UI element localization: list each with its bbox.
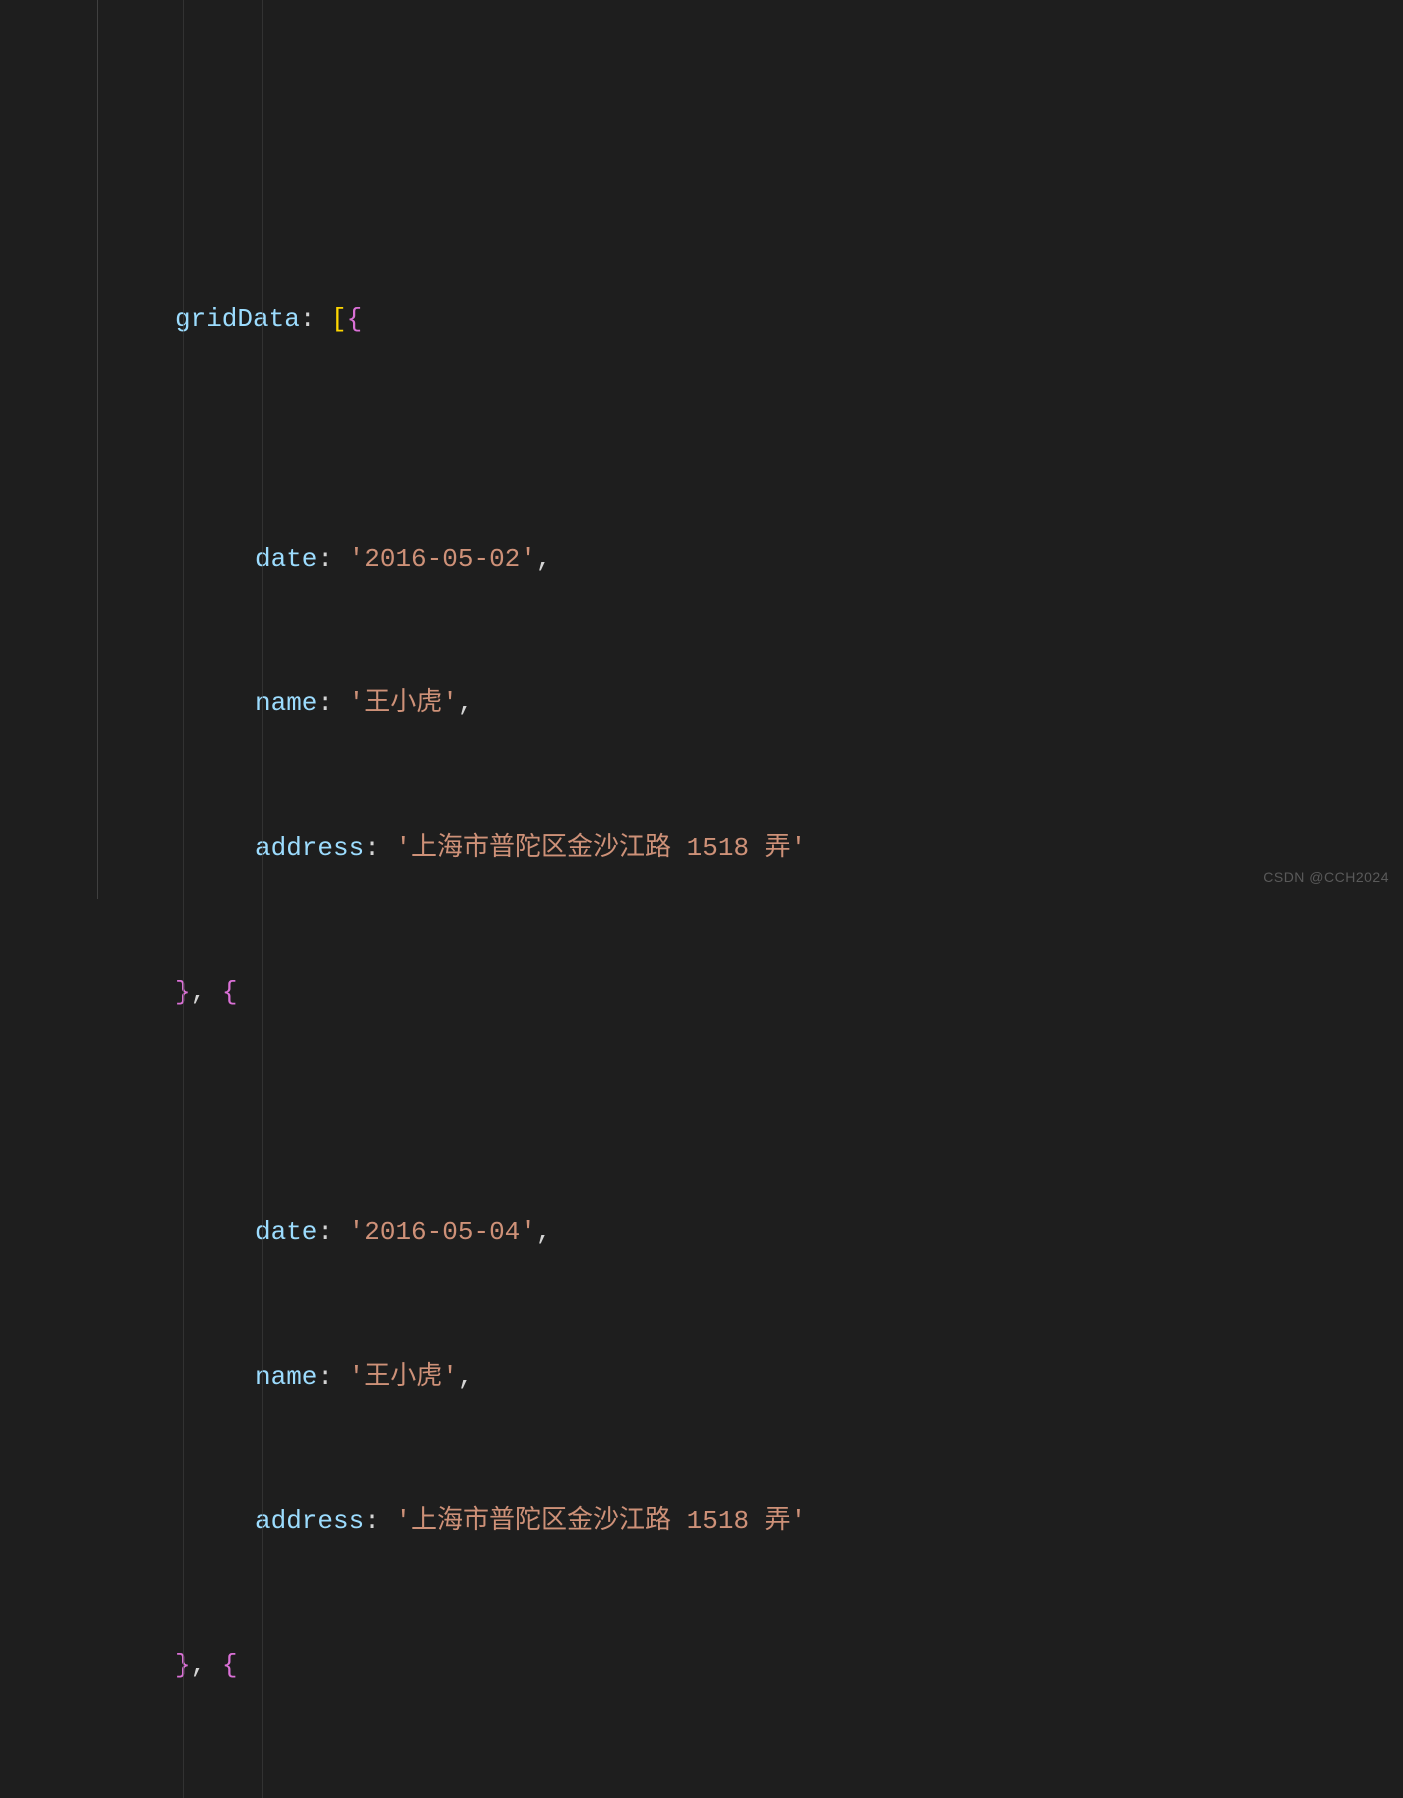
code-line[interactable]: address: '上海市普陀区金沙江路 1518 弄' [100, 1497, 1403, 1545]
indent-guide [183, 0, 184, 1798]
bracket-open-array: [ [331, 304, 347, 334]
brace-open: { [347, 304, 363, 334]
code-line[interactable]: name: '王小虎', [100, 679, 1403, 727]
brace-open: { [222, 1650, 238, 1680]
code-line[interactable]: gridData: [{ [100, 295, 1403, 343]
property-key: gridData [175, 304, 300, 334]
code-line[interactable]: date: '2016-05-04', [100, 1208, 1403, 1256]
code-editor[interactable]: gridData: [{ date: '2016-05-02', name: '… [0, 0, 1403, 1798]
code-line[interactable]: address: '上海市普陀区金沙江路 1518 弄' [100, 824, 1403, 872]
watermark-text: CSDN @CCH2024 [1263, 865, 1389, 891]
indent-guide [262, 0, 263, 1798]
code-line[interactable]: date: '2016-05-02', [100, 535, 1403, 583]
code-line[interactable]: name: '王小虎', [100, 1353, 1403, 1401]
code-line[interactable]: }, { [100, 968, 1403, 1016]
brace-open: { [222, 977, 238, 1007]
code-line[interactable]: }, { [100, 1641, 1403, 1689]
